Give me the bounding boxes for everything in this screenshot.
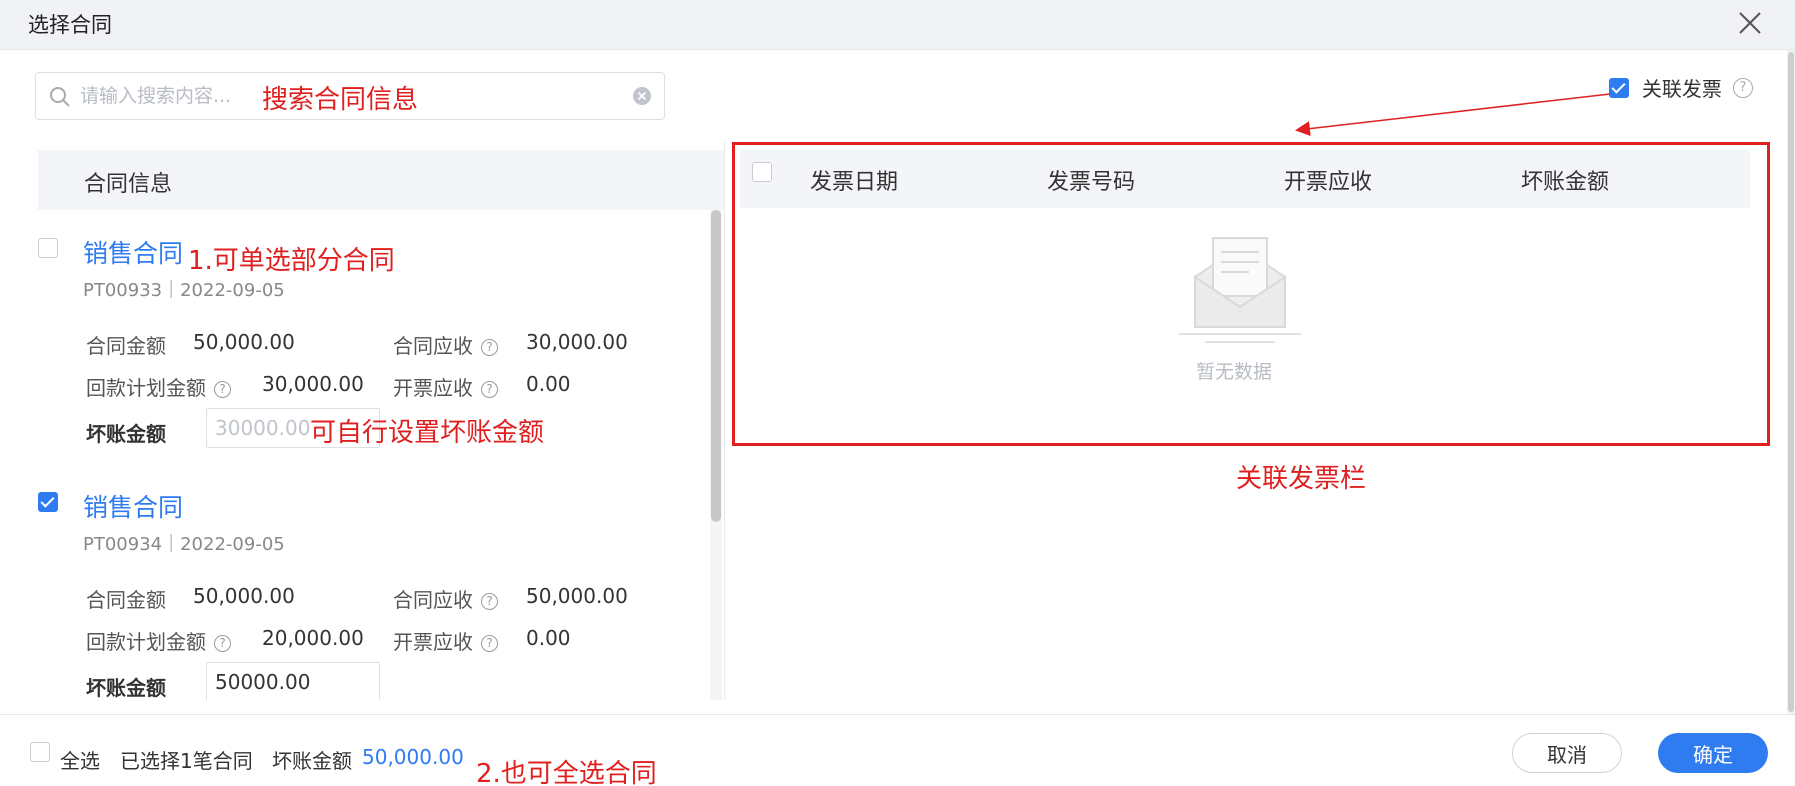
help-icon[interactable]: ? — [481, 593, 498, 610]
help-icon[interactable]: ? — [481, 339, 498, 356]
amount-value: 50,000.00 — [193, 584, 295, 608]
empty-data-text: 暂无数据 — [1196, 361, 1273, 383]
amount-value: 50,000.00 — [193, 330, 295, 354]
select-all-label[interactable]: 全选 — [60, 745, 100, 774]
plan-label: 回款计划金额? — [86, 372, 231, 401]
help-icon[interactable]: ? — [214, 381, 231, 398]
plan-label: 回款计划金额? — [86, 626, 231, 655]
bad-debt-annotation: 可自行设置坏账金额 — [310, 418, 545, 448]
dialog-footer: 全选 已选择1笔合同 坏账金额 50,000.00 2.也可全选合同 取消 确定 — [0, 714, 1795, 786]
receivable-label: 合同应收? — [393, 584, 498, 613]
link-invoice-label: 关联发票 — [1641, 77, 1722, 101]
contract-list-header: 合同信息 — [38, 150, 724, 210]
cancel-button[interactable]: 取消 — [1512, 733, 1622, 773]
select-contract-dialog: 选择合同 搜索合同信息 合同信息 销售合同 1.可单选部分合同 — [0, 0, 1795, 786]
confirm-button[interactable]: 确定 — [1658, 733, 1768, 773]
search-input[interactable] — [80, 81, 250, 111]
bad-debt-input[interactable] — [206, 662, 380, 700]
clear-icon[interactable] — [632, 86, 652, 106]
help-icon[interactable]: ? — [214, 635, 231, 652]
contract-item: 销售合同 1.可单选部分合同 PT00933｜2022-09-05 合同金额 5… — [38, 210, 710, 460]
dialog-title: 选择合同 — [28, 13, 112, 37]
amount-label: 合同金额 — [86, 588, 166, 612]
help-icon[interactable]: ? — [1733, 77, 1753, 98]
invoice-frame-annotation: 关联发票栏 — [1236, 464, 1367, 494]
select-all-checkbox[interactable] — [30, 742, 50, 762]
contract-annotation: 1.可单选部分合同 — [188, 246, 395, 276]
search-annotation: 搜索合同信息 — [262, 85, 419, 115]
column-invoice-receivable: 开票应收 — [1284, 170, 1373, 195]
contract-name-link[interactable]: 销售合同 — [83, 488, 183, 524]
invoiced-value: 0.00 — [526, 626, 571, 650]
contract-checkbox[interactable] — [38, 492, 58, 512]
help-icon[interactable]: ? — [481, 635, 498, 652]
link-invoice-toggle[interactable]: 关联发票 ? — [1608, 73, 1753, 101]
contract-meta: PT00933｜2022-09-05 — [83, 280, 285, 301]
search-box: 搜索合同信息 — [35, 72, 665, 120]
footer-bad-debt-label: 坏账金额 — [272, 749, 352, 773]
column-invoice-number: 发票号码 — [1047, 170, 1136, 195]
contract-name-link[interactable]: 销售合同 — [83, 234, 183, 270]
invoiced-label: 开票应收? — [393, 372, 498, 401]
receivable-value: 50,000.00 — [526, 584, 628, 608]
select-all-annotation: 2.也可全选合同 — [476, 759, 657, 786]
selected-count-text: 已选择1笔合同 — [120, 749, 253, 773]
plan-value: 20,000.00 — [262, 626, 364, 650]
empty-data-icon — [1179, 237, 1301, 343]
close-icon — [1739, 12, 1761, 34]
bad-debt-label: 坏账金额 — [86, 422, 166, 446]
invoice-select-all-checkbox[interactable] — [752, 162, 772, 182]
contract-list: 销售合同 1.可单选部分合同 PT00933｜2022-09-05 合同金额 5… — [38, 210, 710, 700]
column-invoice-date: 发票日期 — [810, 170, 899, 195]
search-icon — [50, 87, 70, 107]
contract-meta: PT00934｜2022-09-05 — [83, 534, 285, 555]
close-button[interactable] — [1735, 8, 1765, 38]
contract-list-scrollbar-thumb[interactable] — [711, 210, 721, 522]
panel-divider — [724, 140, 725, 700]
contract-item: 销售合同 PT00934｜2022-09-05 合同金额 50,000.00 合… — [38, 464, 710, 700]
receivable-label: 合同应收? — [393, 330, 498, 359]
bad-debt-label: 坏账金额 — [86, 676, 166, 700]
contract-info-header: 合同信息 — [84, 172, 173, 197]
footer-bad-debt-total: 50,000.00 — [362, 745, 464, 769]
plan-value: 30,000.00 — [262, 372, 364, 396]
contract-checkbox[interactable] — [38, 238, 58, 258]
column-bad-debt: 坏账金额 — [1521, 170, 1610, 195]
invoiced-label: 开票应收? — [393, 626, 498, 655]
annotation-arrow-icon — [1295, 93, 1611, 137]
dialog-scrollbar-thumb[interactable] — [1788, 52, 1794, 712]
help-icon[interactable]: ? — [481, 381, 498, 398]
invoiced-value: 0.00 — [526, 372, 571, 396]
receivable-value: 30,000.00 — [526, 330, 628, 354]
dialog-header: 选择合同 — [0, 0, 1795, 50]
amount-label: 合同金额 — [86, 334, 166, 358]
invoice-table-header: 发票日期 发票号码 开票应收 坏账金额 — [740, 150, 1750, 208]
